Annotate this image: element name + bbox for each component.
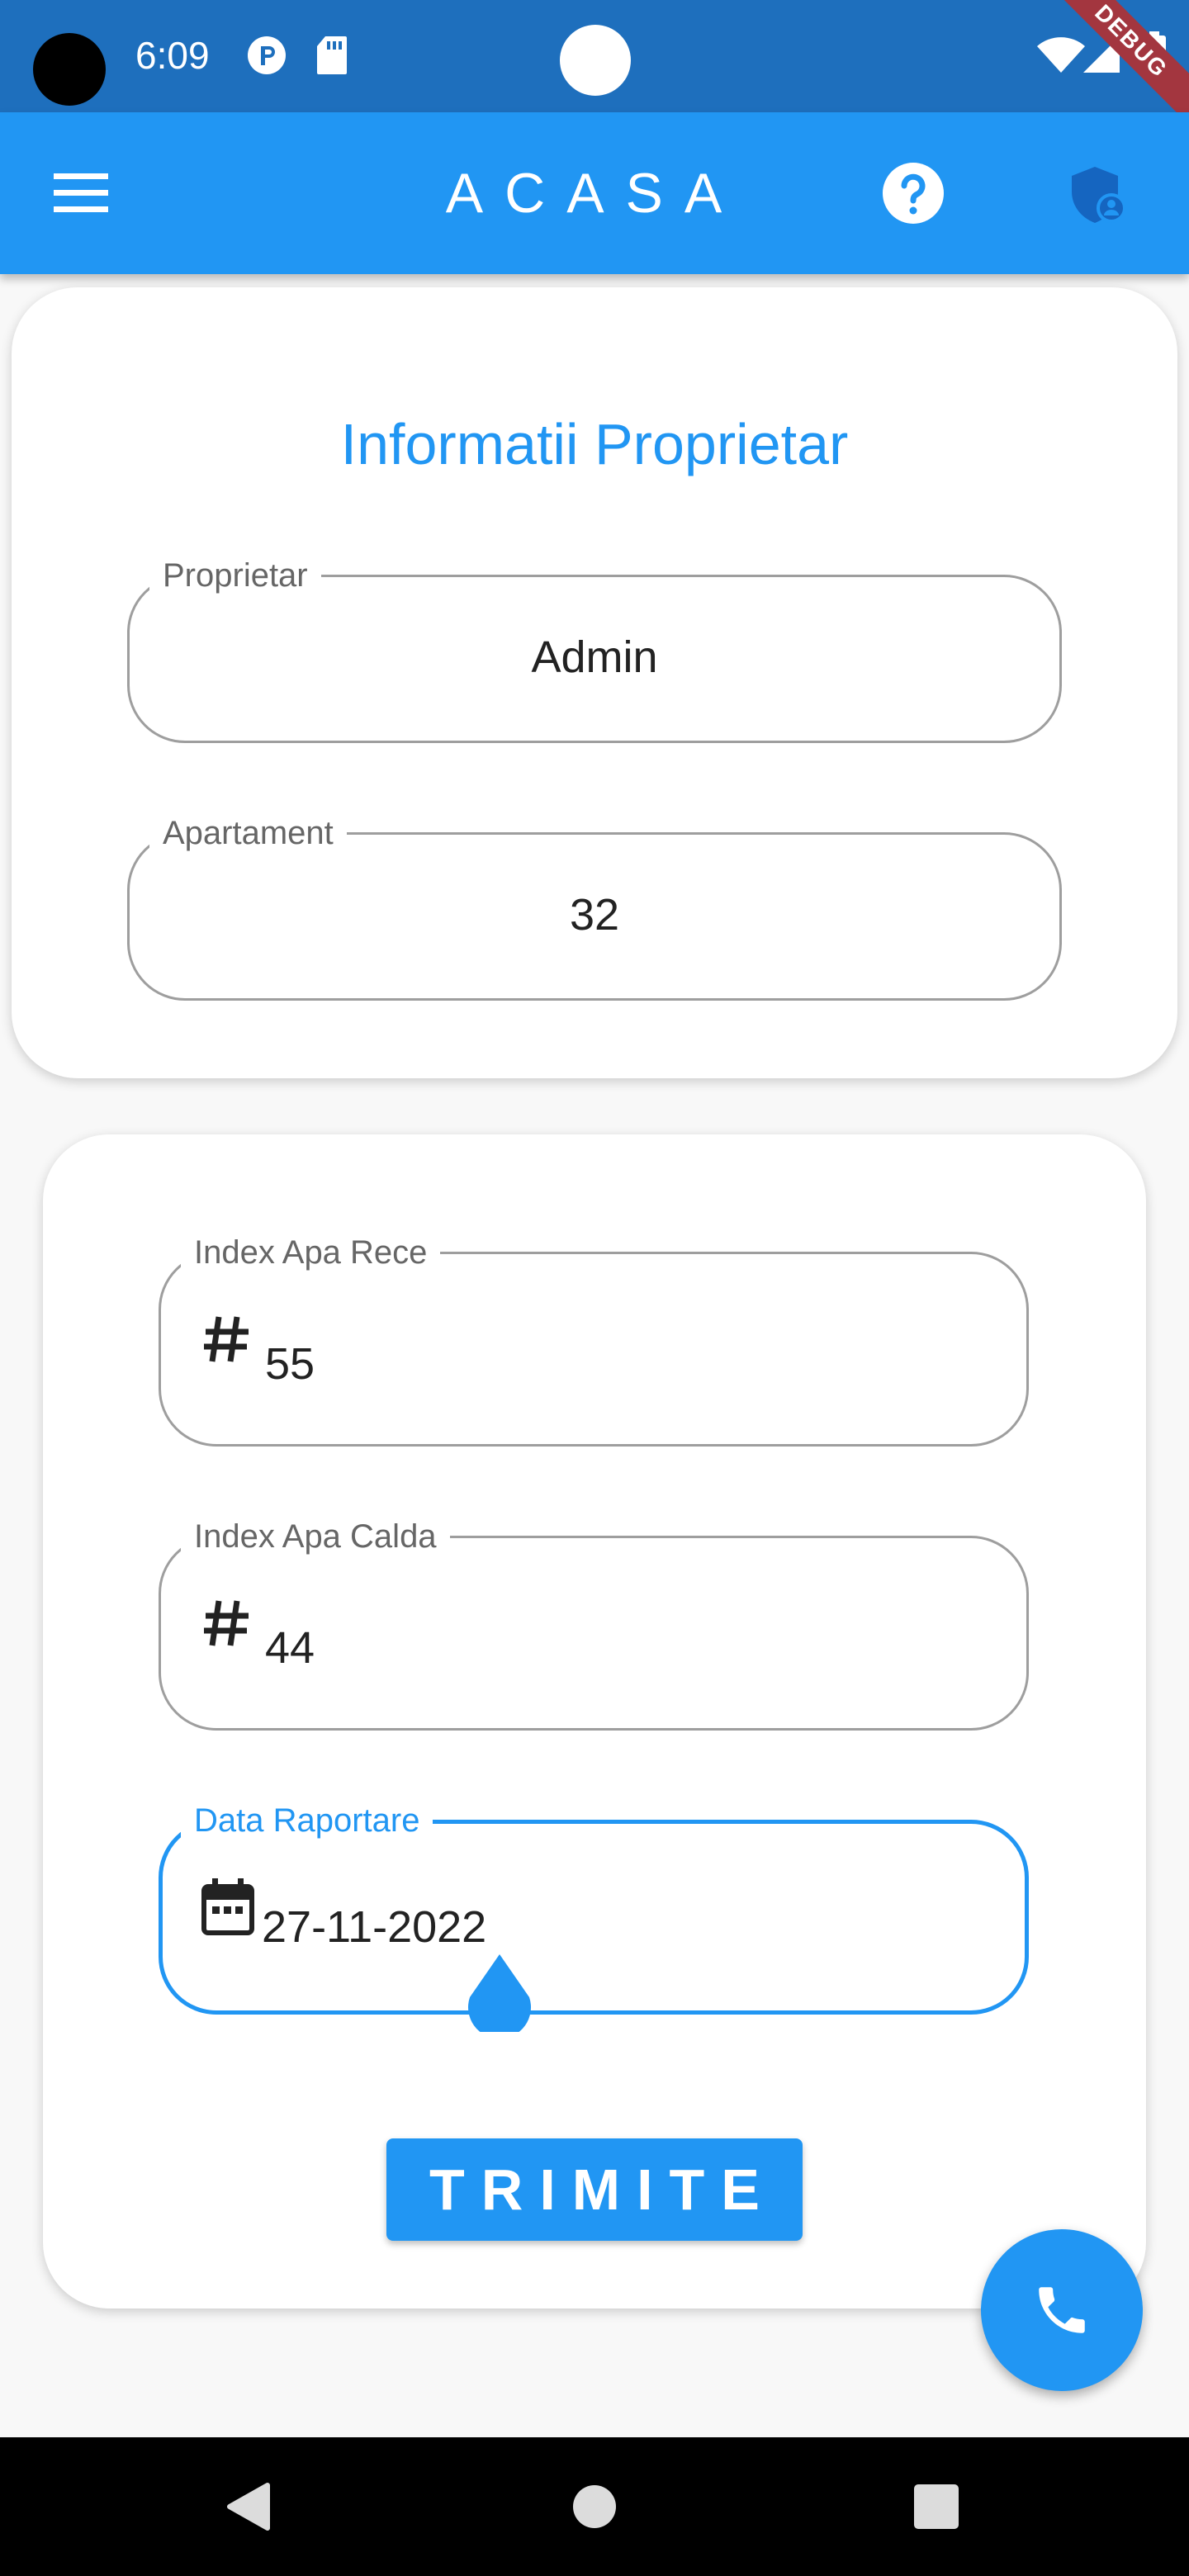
help-button[interactable] (872, 152, 955, 234)
camera-cutout (33, 33, 106, 106)
text-cursor-handle-icon[interactable] (467, 1954, 533, 2032)
call-fab[interactable] (981, 2229, 1143, 2391)
cold-water-field[interactable]: Index Apa Rece 55 (159, 1233, 1029, 1447)
help-circle-icon (883, 163, 944, 224)
report-date-field-label: Data Raportare (181, 1801, 433, 1840)
apartment-field-label: Apartament (149, 813, 347, 853)
owner-field[interactable]: Proprietar Admin (127, 556, 1062, 743)
system-nav-bar (0, 2437, 1189, 2576)
nav-home-button[interactable] (553, 2437, 636, 2576)
owner-field-value: Admin (531, 632, 658, 682)
report-date-field[interactable]: Data Raportare 27-11-2022 (159, 1801, 1029, 2032)
cold-water-field-label: Index Apa Rece (181, 1233, 441, 1272)
owner-field-label: Proprietar (149, 556, 321, 595)
app-bar: ACASA (0, 112, 1189, 274)
nav-back-button[interactable] (206, 2437, 289, 2576)
hot-water-value: 44 (265, 1623, 315, 1673)
apartment-field[interactable]: Apartament 32 (127, 813, 1062, 1001)
shield-user-icon (1072, 167, 1126, 223)
status-bar: 6:09 DEBUG (0, 0, 1189, 112)
front-sensor (560, 25, 631, 96)
recents-square-icon (914, 2484, 959, 2529)
submit-button[interactable]: TRIMITE (386, 2138, 803, 2241)
report-date-value: 27-11-2022 (262, 1902, 487, 1952)
owner-card-title: Informatii Proprietar (340, 412, 849, 476)
status-time: 6:09 (135, 34, 210, 77)
apartment-field-value: 32 (569, 890, 620, 940)
hot-water-field[interactable]: Index Apa Calda 44 (159, 1517, 1029, 1731)
menu-button[interactable] (33, 154, 129, 233)
hot-water-field-label: Index Apa Calda (181, 1517, 450, 1556)
cold-water-value: 55 (265, 1339, 315, 1389)
admin-security-button[interactable] (1057, 154, 1139, 236)
wifi-icon (1037, 37, 1085, 73)
calendar-icon (201, 1878, 254, 1935)
back-triangle-icon (227, 2483, 270, 2531)
hash-icon (204, 1600, 249, 1646)
home-circle-icon (573, 2485, 616, 2528)
page-title: ACASA (445, 162, 744, 225)
sd-card-icon (317, 36, 347, 74)
meter-reading-card: Index Apa Rece 55 Index Apa Calda 44 Dat… (43, 1134, 1146, 2308)
menu-icon (54, 173, 108, 212)
hash-icon (204, 1316, 249, 1362)
notification-p-icon (248, 36, 286, 74)
phone-icon (1039, 2287, 1085, 2333)
owner-info-card: Informatii Proprietar Proprietar Admin A… (12, 287, 1177, 1078)
nav-recents-button[interactable] (895, 2437, 978, 2576)
